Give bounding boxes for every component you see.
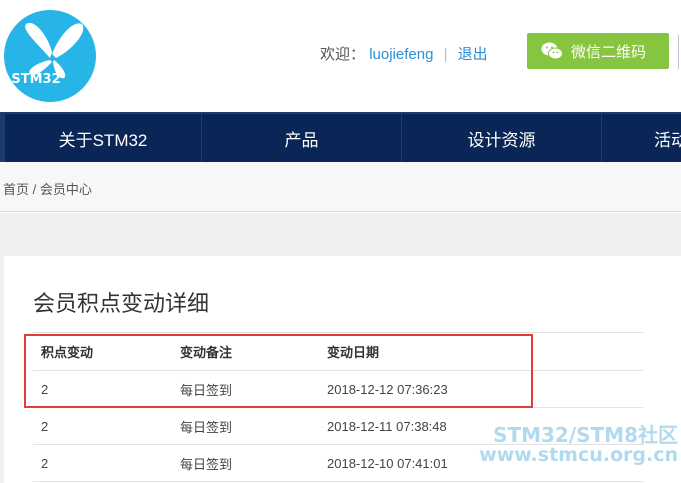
watermark-line2: www.stmcu.org.cn (479, 444, 678, 466)
page-title: 会员积点变动详细 (33, 291, 210, 316)
wechat-button-label: 微信二维码 (571, 43, 647, 61)
nav-item-about[interactable]: 关于STM32 (0, 114, 202, 162)
welcome-label: 欢迎： (320, 46, 366, 63)
wechat-icon (541, 42, 563, 60)
wechat-qr-button[interactable]: 微信二维码 (527, 33, 669, 69)
logo-text: STM32 (11, 72, 61, 87)
logout-link[interactable]: 退出 (458, 46, 488, 63)
site-watermark: STM32/STM8社区 www.stmcu.org.cn (450, 425, 678, 466)
stm32-logo[interactable]: STM32 (4, 10, 96, 102)
butterfly-logo-icon (25, 22, 84, 79)
site-header: STM32 欢迎： luojiefeng | 退出 微信二维码 (0, 0, 681, 112)
nav-item-events[interactable]: 活动 (602, 114, 681, 162)
breadcrumb[interactable]: 首页 / 会员中心 (3, 179, 92, 198)
username-link[interactable]: luojiefeng (369, 46, 433, 63)
cell-remark: 每日签到 (180, 419, 233, 435)
welcome-bar: 欢迎： luojiefeng | 退出 (320, 43, 488, 64)
cell-remark: 每日签到 (180, 456, 233, 472)
nav-item-design-resources[interactable]: 设计资源 (402, 114, 602, 162)
breadcrumb-bar: 首页 / 会员中心 (0, 162, 681, 212)
separator: | (443, 46, 448, 63)
watermark-line1: STM32/STM8社区 (493, 423, 678, 447)
cell-points-change: 2 (41, 418, 49, 434)
main-nav: 关于STM32 产品 设计资源 活动 (0, 112, 681, 162)
nav-item-products[interactable]: 产品 (202, 114, 402, 162)
cell-points-change: 2 (41, 455, 49, 471)
highlight-box (24, 334, 533, 408)
